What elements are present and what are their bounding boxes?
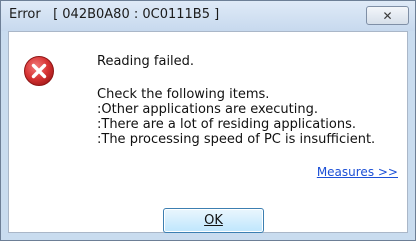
error-dialog: Error [ 042B0A80 : 0C0111B5 ] ✕ Reading …: [0, 0, 416, 241]
measures-link[interactable]: Measures >>: [317, 165, 398, 179]
details-line: :The processing speed of PC is insuffici…: [97, 132, 376, 147]
details-line: :Other applications are executing.: [97, 102, 318, 117]
ok-button-label: OK: [204, 213, 223, 228]
error-details: Check the following items. :Other applic…: [97, 87, 375, 147]
title-bar: Error [ 042B0A80 : 0C0111B5 ] ✕: [1, 1, 415, 31]
details-line: Check the following items.: [97, 87, 270, 102]
dialog-title: Error [ 042B0A80 : 0C0111B5 ]: [9, 7, 220, 22]
ok-button[interactable]: OK: [163, 208, 264, 233]
close-button[interactable]: ✕: [366, 6, 409, 25]
error-headline: Reading failed.: [97, 54, 195, 69]
close-icon: ✕: [382, 8, 393, 23]
dialog-content: Reading failed. Check the following item…: [8, 31, 408, 233]
error-x-icon: [24, 56, 54, 86]
details-line: :There are a lot of residing application…: [97, 117, 357, 132]
